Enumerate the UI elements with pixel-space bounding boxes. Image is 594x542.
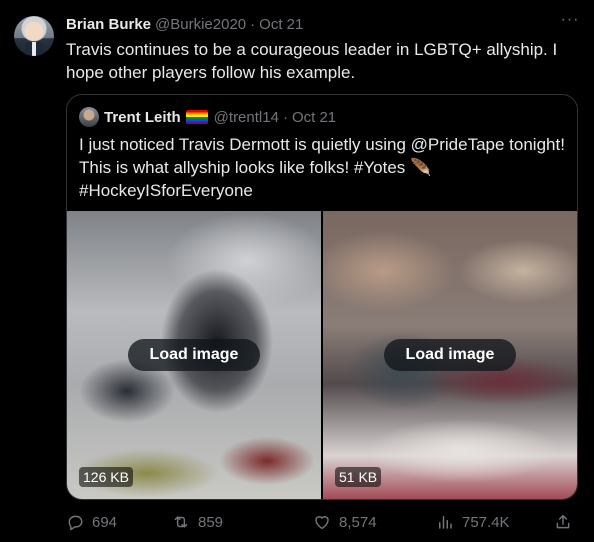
media-image[interactable]: Load image 126 KB [67,211,321,499]
tweet-date[interactable]: Oct 21 [259,16,303,33]
retweet-icon [174,516,188,528]
quoted-text: I just noticed Travis Dermott is quietly… [79,135,565,200]
author-avatar[interactable] [14,16,54,56]
retweet-button[interactable]: 859 [172,511,223,533]
share-icon [556,514,570,529]
tweet-header: Brian Burke @Burkie2020 · Oct 21 [66,14,303,34]
reply-count: 694 [92,513,118,531]
share-button[interactable] [554,511,572,533]
author-name[interactable]: Brian Burke [66,16,151,33]
media-image[interactable]: Load image 51 KB [323,211,577,499]
quoted-tweet[interactable]: Trent Leith @trentl14 · Oct 21 I just no… [66,94,578,500]
more-options-icon[interactable]: ··· [560,12,580,34]
quoted-author-name[interactable]: Trent Leith [104,109,181,126]
quoted-avatar[interactable] [79,107,99,127]
rainbow-flag-icon [185,110,208,124]
reply-button[interactable]: 694 [66,511,117,533]
load-image-button[interactable]: Load image [384,339,516,371]
retweet-count: 859 [198,513,224,531]
comment-bubble-icon [68,515,83,531]
quoted-header: Trent Leith @trentl14 · Oct 21 [79,107,336,127]
views-button[interactable]: 757.4K [436,511,510,533]
like-count: 8,574 [339,513,377,531]
separator: · [250,15,256,33]
quoted-author-handle[interactable]: @trentl14 [214,109,279,126]
separator: · [282,108,288,126]
tweet[interactable]: Brian Burke @Burkie2020 · Oct 21 ··· Tra… [0,0,594,542]
image-size-badge: 126 KB [79,467,133,487]
load-image-button[interactable]: Load image [128,339,260,371]
tweet-text: Travis continues to be a courageous lead… [66,40,558,82]
author-handle[interactable]: @Burkie2020 [155,16,246,33]
image-size-badge: 51 KB [335,467,382,487]
quoted-date[interactable]: Oct 21 [292,109,336,126]
action-bar: 694 859 8,574 757.4K [66,511,580,533]
like-button[interactable]: 8,574 [313,511,377,533]
bar-chart-icon [439,516,452,529]
quoted-media: Load image 126 KB Load image 51 KB [67,211,577,499]
heart-icon [315,516,329,530]
views-count: 757.4K [462,513,510,531]
